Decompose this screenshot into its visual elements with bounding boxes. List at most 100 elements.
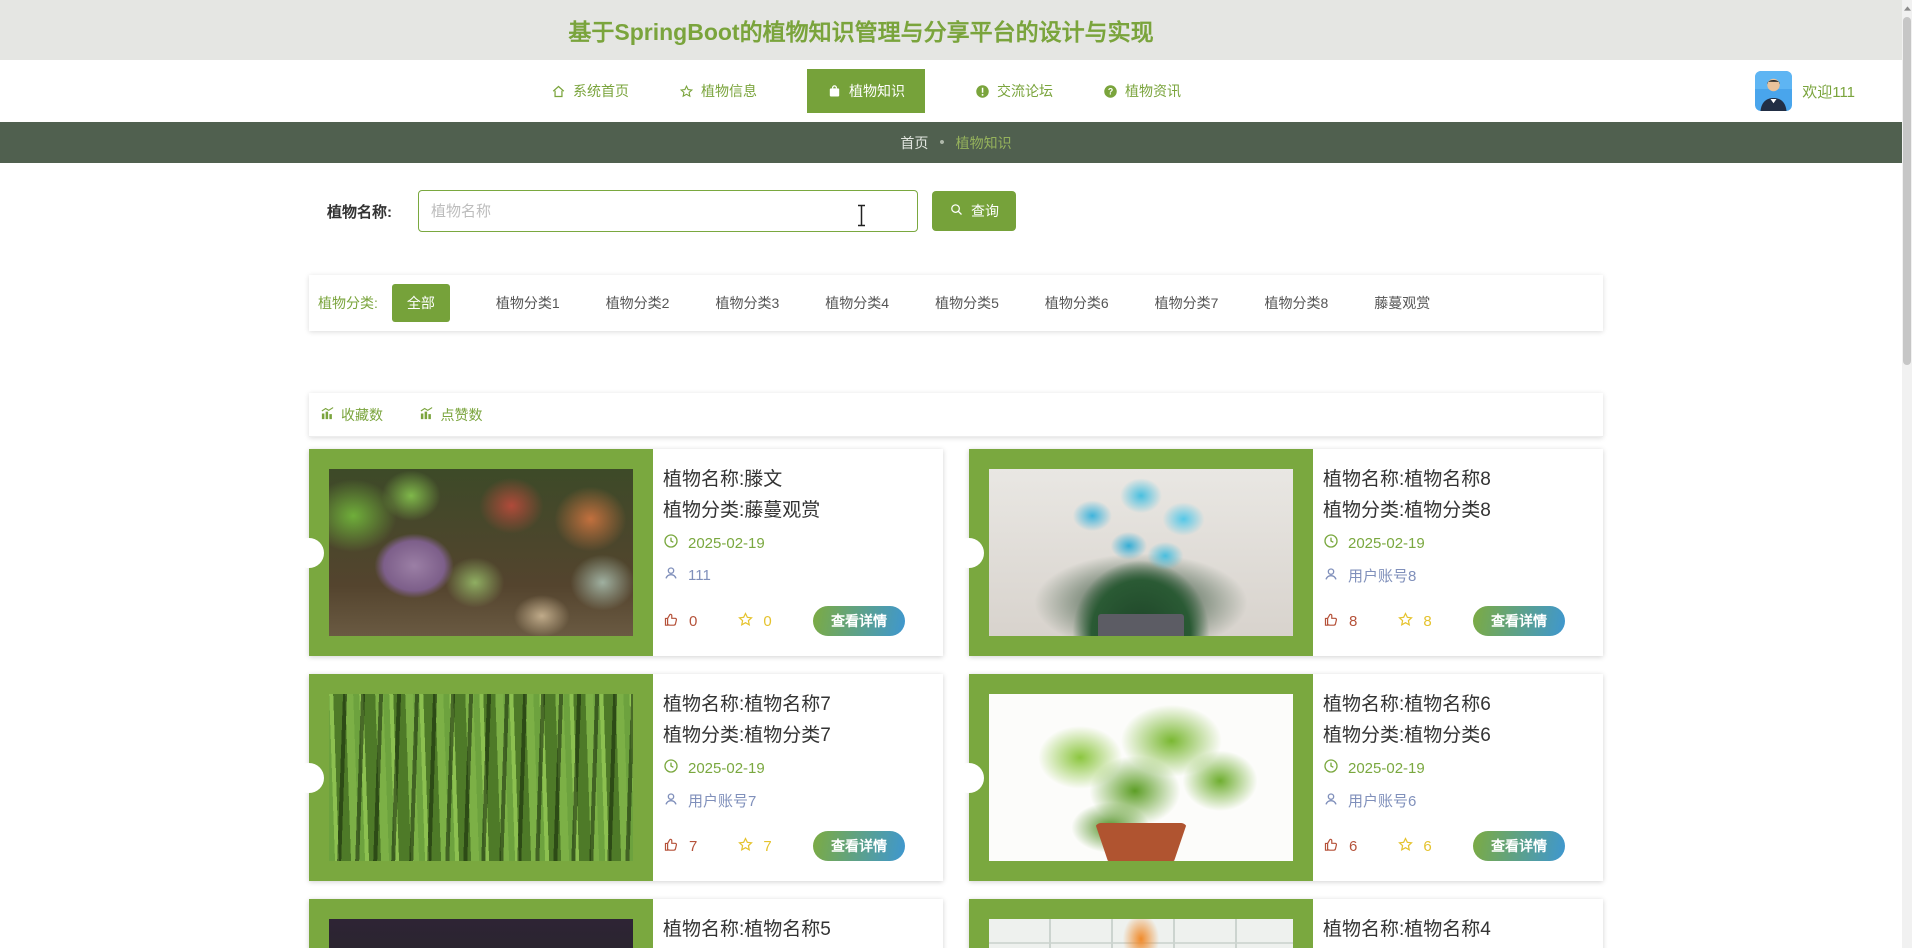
- breadcrumb-current: 植物知识: [955, 134, 1012, 151]
- nav-item-label: 植物信息: [701, 83, 757, 99]
- like-count: 6: [1349, 837, 1358, 855]
- plant-card: 植物名称:植物名称7 植物分类:植物分类7 2025-02-19 用户账号7 7…: [294, 674, 943, 881]
- sort-bar: 收藏数 点赞数: [309, 393, 1603, 437]
- thumbs-up-icon: [663, 836, 680, 857]
- plant-name: 植物名称:植物名称5: [663, 919, 831, 940]
- category-option-1[interactable]: 植物分类1: [496, 293, 560, 313]
- nav-item-system-home[interactable]: 系统首页: [551, 81, 629, 101]
- plant-user: 用户账号7: [688, 793, 757, 810]
- plant-name: 植物名称:植物名称7: [663, 694, 831, 715]
- view-detail-button[interactable]: 查看详情: [1473, 831, 1565, 861]
- nav-item-label: 交流论坛: [997, 83, 1053, 99]
- vertical-scrollbar[interactable]: [1902, 0, 1912, 948]
- favorite-count: 8: [1423, 612, 1432, 630]
- category-option-vine[interactable]: 藤蔓观赏: [1374, 293, 1430, 313]
- main-nav: 系统首页 植物信息 植物知识 交流论坛 ? 植物资讯 欢迎111: [0, 60, 1912, 122]
- like-count: 0: [689, 612, 698, 630]
- category-option-2[interactable]: 植物分类2: [606, 293, 670, 313]
- view-detail-button[interactable]: 查看详情: [813, 606, 905, 636]
- plant-photo[interactable]: [989, 919, 1293, 948]
- plant-date: 2025-02-19: [688, 534, 765, 552]
- user-icon: [1323, 566, 1339, 586]
- nav-item-plant-knowledge[interactable]: 植物知识: [807, 69, 925, 113]
- category-option-8[interactable]: 植物分类8: [1264, 293, 1328, 313]
- plant-name: 植物名称:植物名称4: [1323, 919, 1491, 940]
- scroll-up-arrow-icon[interactable]: [1902, 0, 1912, 17]
- plant-photo[interactable]: [989, 469, 1293, 636]
- scrollbar-thumb[interactable]: [1903, 17, 1911, 365]
- plant-card-partial: 植物名称:植物名称5: [309, 899, 943, 948]
- plant-card: 植物名称:植物名称6 植物分类:植物分类6 2025-02-19 用户账号6 6…: [954, 674, 1603, 881]
- plant-photo-frame: [294, 449, 653, 656]
- category-option-7[interactable]: 植物分类7: [1155, 293, 1219, 313]
- plant-user: 111: [688, 566, 711, 584]
- sort-by-favorites[interactable]: 收藏数: [320, 405, 383, 425]
- plant-category: 植物分类:植物分类6: [1323, 725, 1491, 746]
- question-circle-icon: ?: [1103, 84, 1118, 99]
- plant-name: 植物名称:滕文: [663, 469, 783, 490]
- star-icon: [679, 84, 694, 99]
- nav-item-plant-news[interactable]: ? 植物资讯: [1103, 81, 1181, 101]
- sort-by-likes[interactable]: 点赞数: [419, 405, 482, 425]
- card-notch: [954, 537, 984, 568]
- plant-photo[interactable]: [329, 694, 633, 861]
- breadcrumb: 首页 • 植物知识: [0, 122, 1912, 163]
- chart-icon: [419, 406, 434, 424]
- plant-date: 2025-02-19: [1348, 759, 1425, 777]
- user-avatar[interactable]: [1755, 71, 1793, 111]
- clock-icon: [663, 758, 679, 778]
- plant-photo-frame: [954, 449, 1313, 656]
- category-option-6[interactable]: 植物分类6: [1045, 293, 1109, 313]
- favorite-count: 6: [1423, 837, 1432, 855]
- sort-item-label: 点赞数: [440, 407, 483, 423]
- plant-card: 植物名称:植物名称8 植物分类:植物分类8 2025-02-19 用户账号8 8…: [954, 449, 1603, 656]
- plant-photo[interactable]: [989, 694, 1293, 861]
- plant-card: 植物名称:滕文 植物分类:藤蔓观赏 2025-02-19 111 0 0 查看详…: [294, 449, 943, 656]
- view-detail-button[interactable]: 查看详情: [1473, 606, 1565, 636]
- plant-photo[interactable]: [329, 919, 633, 948]
- chart-icon: [320, 406, 335, 424]
- briefcase-icon: [827, 84, 842, 99]
- query-button[interactable]: 查询: [932, 191, 1016, 231]
- page-title: 基于SpringBoot的植物知识管理与分享平台的设计与实现: [568, 19, 1154, 45]
- breadcrumb-home[interactable]: 首页: [900, 133, 928, 153]
- category-option-all[interactable]: 全部: [391, 284, 450, 322]
- plant-user: 用户账号8: [1348, 568, 1417, 585]
- query-button-label: 查询: [971, 203, 999, 219]
- plant-photo[interactable]: [329, 469, 633, 636]
- plant-name: 植物名称:植物名称6: [1323, 694, 1491, 715]
- plant-category: 植物分类:植物分类7: [663, 725, 831, 746]
- nav-item-label: 系统首页: [573, 83, 629, 99]
- view-detail-button[interactable]: 查看详情: [813, 831, 905, 861]
- clock-icon: [1323, 758, 1339, 778]
- home-icon: [551, 84, 566, 99]
- card-notch: [294, 762, 324, 793]
- plant-photo-frame: [969, 899, 1313, 948]
- favorite-count: 7: [763, 837, 772, 855]
- search-input[interactable]: [418, 190, 918, 232]
- sort-item-label: 收藏数: [341, 407, 383, 423]
- category-filter-label: 植物分类:: [318, 295, 378, 311]
- thumbs-up-icon: [663, 611, 680, 632]
- category-filter-panel: 植物分类: 全部 植物分类1 植物分类2 植物分类3 植物分类4 植物分类5 植…: [309, 275, 1603, 331]
- like-count: 8: [1349, 612, 1358, 630]
- category-option-3[interactable]: 植物分类3: [715, 293, 779, 313]
- plant-date: 2025-02-19: [688, 759, 765, 777]
- plant-user: 用户账号6: [1348, 793, 1417, 810]
- nav-item-forum[interactable]: 交流论坛: [975, 81, 1053, 101]
- nav-item-plant-info[interactable]: 植物信息: [679, 81, 757, 101]
- search-label: 植物名称:: [327, 203, 392, 221]
- category-option-5[interactable]: 植物分类5: [935, 293, 999, 313]
- star-icon: [1397, 836, 1414, 857]
- user-icon: [663, 791, 679, 811]
- card-notch: [294, 537, 324, 568]
- plant-card-grid: 植物名称:滕文 植物分类:藤蔓观赏 2025-02-19 111 0 0 查看详…: [294, 449, 1603, 948]
- nav-item-label: 植物资讯: [1125, 83, 1181, 99]
- plant-photo-frame: [294, 674, 653, 881]
- welcome-text: 欢迎111: [1802, 83, 1855, 101]
- card-notch: [954, 762, 984, 793]
- nav-item-label: 植物知识: [849, 83, 905, 99]
- clock-icon: [1323, 533, 1339, 553]
- star-icon: [1397, 611, 1414, 632]
- category-option-4[interactable]: 植物分类4: [825, 293, 889, 313]
